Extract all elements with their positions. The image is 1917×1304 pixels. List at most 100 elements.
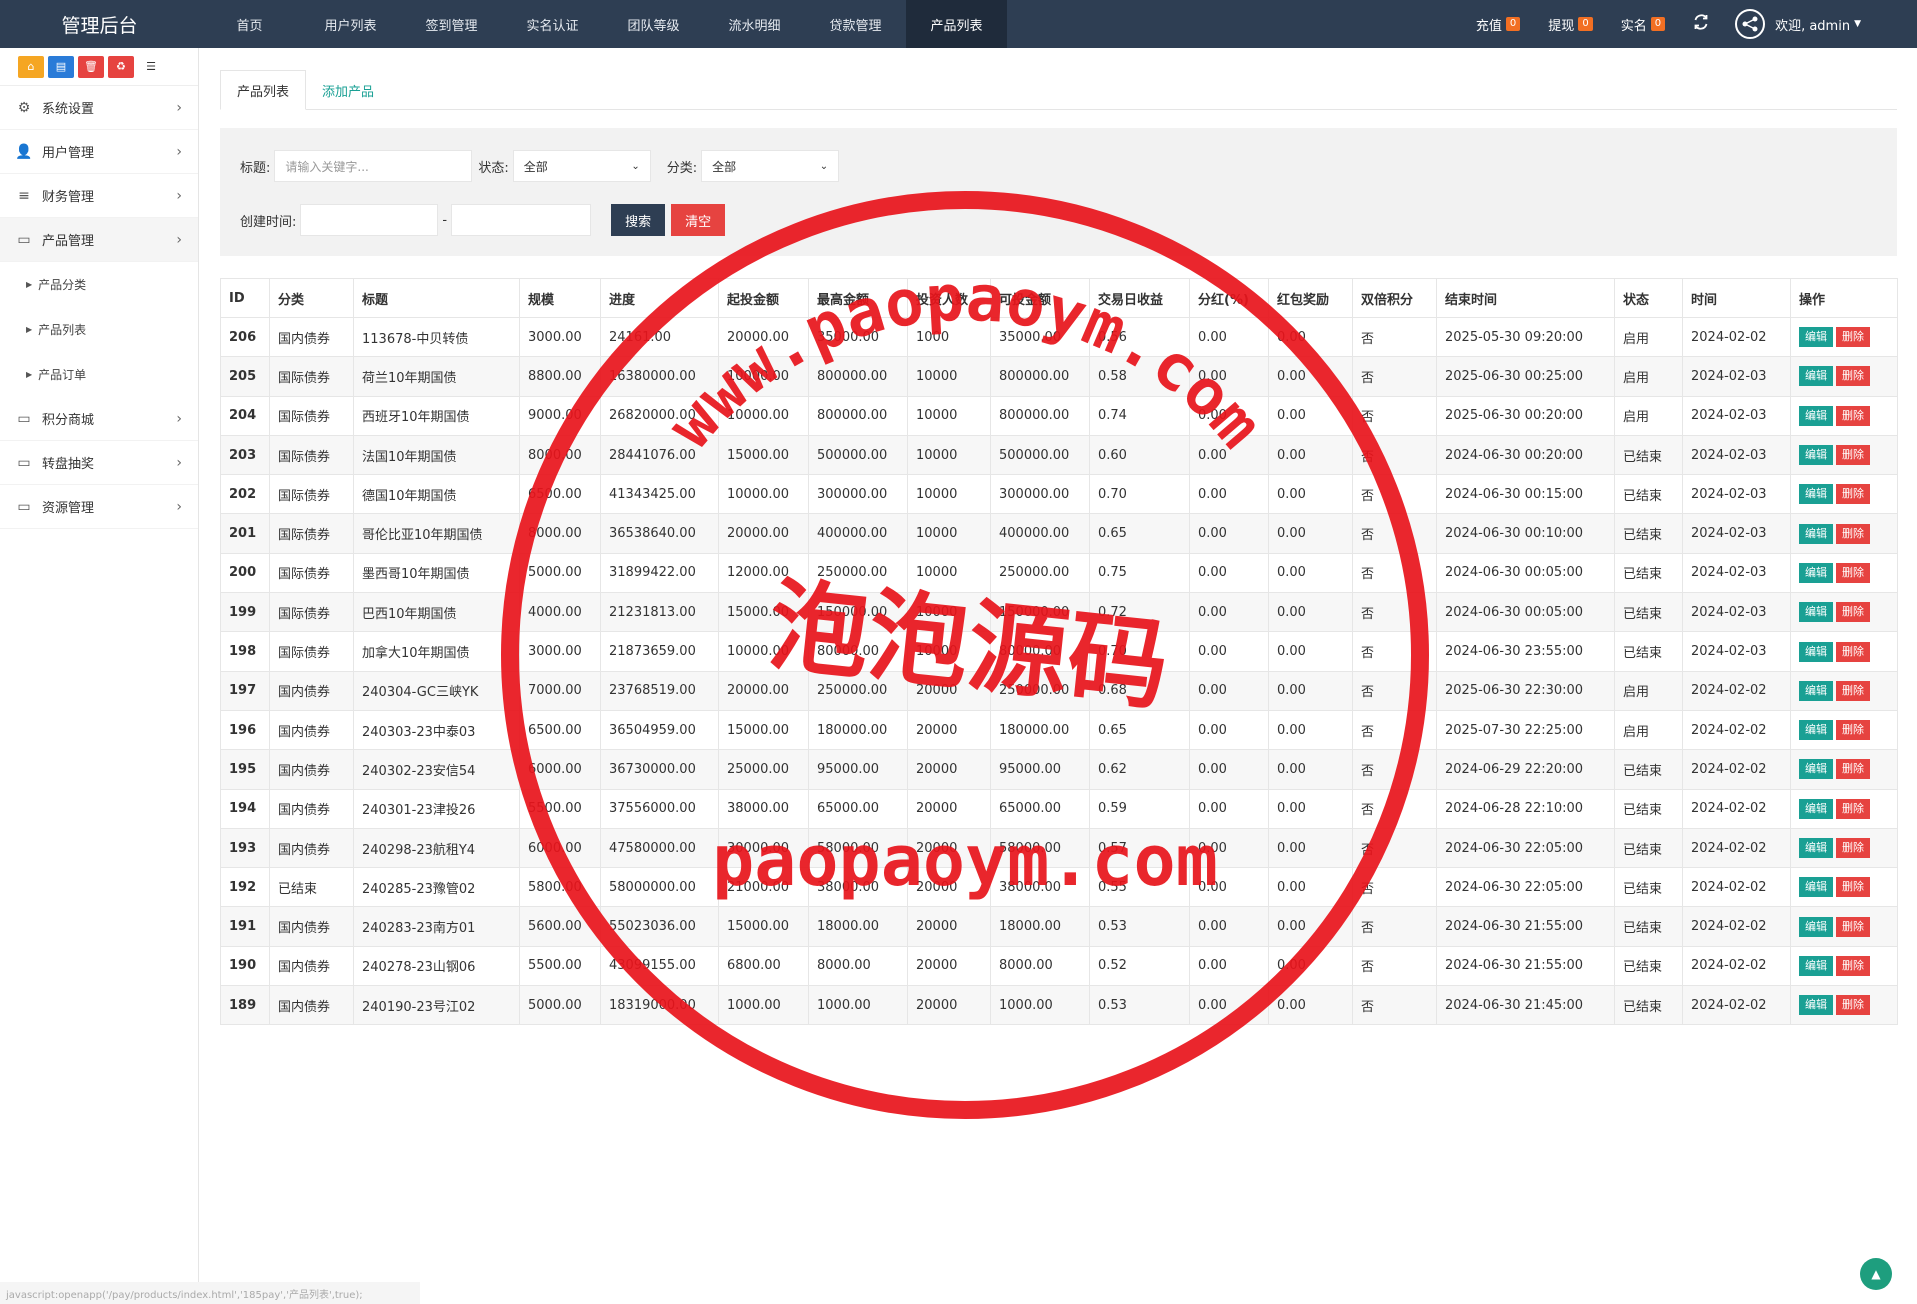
- delete-button[interactable]: 删除: [1836, 916, 1870, 937]
- search-button[interactable]: 搜索: [611, 204, 666, 236]
- clear-button[interactable]: 清空: [671, 204, 726, 236]
- recycle-icon[interactable]: ♻: [108, 55, 134, 78]
- avatar: [1735, 9, 1766, 39]
- edit-button[interactable]: 编辑: [1799, 641, 1833, 662]
- table-cell: 2024-06-30 00:20:00: [1436, 434, 1615, 476]
- sidebar-item-lottery-wheel[interactable]: ▭ 转盘抽奖 ›: [0, 441, 198, 485]
- nav-team-level[interactable]: 团队等级: [603, 0, 704, 48]
- delete-button[interactable]: 删除: [1836, 877, 1870, 898]
- delete-button[interactable]: 删除: [1836, 995, 1870, 1016]
- document-icon[interactable]: ▤: [48, 55, 74, 78]
- recharge-link[interactable]: 充值 0: [1476, 15, 1521, 34]
- table-cell: 10000: [907, 395, 991, 436]
- table-cell: 0.53: [1089, 985, 1190, 1026]
- realname-link[interactable]: 实名 0: [1621, 15, 1666, 34]
- sidebar-subitem-product-order[interactable]: ▶ 产品订单: [0, 352, 198, 397]
- edit-button[interactable]: 编辑: [1799, 602, 1833, 623]
- edit-button[interactable]: 编辑: [1799, 720, 1833, 741]
- nav-product-list[interactable]: 产品列表: [906, 0, 1007, 48]
- start-date-input[interactable]: [300, 204, 439, 236]
- edit-button[interactable]: 编辑: [1799, 759, 1833, 780]
- edit-button[interactable]: 编辑: [1799, 916, 1833, 937]
- nav-home[interactable]: 首页: [199, 0, 300, 48]
- nav-user-list[interactable]: 用户列表: [300, 0, 401, 48]
- refresh-icon[interactable]: [1693, 13, 1709, 35]
- trash-icon[interactable]: 🗑: [78, 55, 104, 78]
- table-cell: 0.59: [1089, 788, 1190, 829]
- nav-realname-auth[interactable]: 实名认证: [502, 0, 603, 48]
- delete-button[interactable]: 删除: [1836, 405, 1870, 426]
- user-menu[interactable]: 欢迎, admin ▼: [1735, 9, 1861, 39]
- row-actions: 编辑 删除: [1799, 916, 1870, 937]
- sidebar-item-product-manage[interactable]: ▭ 产品管理 ›: [0, 218, 198, 262]
- table-cell: 10000.00: [718, 631, 809, 672]
- table-cell: 6500.00: [519, 474, 601, 515]
- table-cell: 否: [1352, 631, 1437, 672]
- sidebar-subitem-product-category[interactable]: ▶ 产品分类: [0, 262, 198, 307]
- product-table: ID 分类 标题 规模 进度 起投金额 最高金额 投资人数 可投金额 交易日收益 分红(%) 红包奖励…: [220, 278, 1898, 1026]
- edit-button[interactable]: 编辑: [1799, 877, 1833, 898]
- table-cell: 2024-02-02: [1682, 670, 1791, 711]
- table-cell: 2024-02-03: [1682, 474, 1791, 515]
- table-cell: 0.65: [1089, 513, 1190, 554]
- edit-button[interactable]: 编辑: [1799, 484, 1833, 505]
- edit-button[interactable]: 编辑: [1799, 523, 1833, 544]
- sidebar-item-system-settings[interactable]: ⚙ 系统设置 ›: [0, 86, 198, 130]
- edit-button[interactable]: 编辑: [1799, 798, 1833, 819]
- sidebar-subitem-product-list[interactable]: ▶ 产品列表: [0, 307, 198, 352]
- edit-button[interactable]: 编辑: [1799, 327, 1833, 348]
- table-cell: 国内债券: [269, 945, 354, 987]
- edit-button[interactable]: 编辑: [1799, 366, 1833, 387]
- table-cell: 国内债券: [269, 316, 354, 358]
- title-search-input[interactable]: 请输入关键字...: [274, 150, 473, 182]
- end-date-input[interactable]: [451, 204, 592, 236]
- withdraw-link[interactable]: 提现 0: [1548, 15, 1593, 34]
- table-cell: 250000.00: [990, 552, 1090, 594]
- table-cell: 47580000.00: [600, 827, 719, 869]
- edit-button[interactable]: 编辑: [1799, 680, 1833, 701]
- table-cell: 8800.00: [519, 356, 601, 397]
- delete-button[interactable]: 删除: [1836, 523, 1870, 544]
- nav-signin-manage[interactable]: 签到管理: [401, 0, 502, 48]
- delete-button[interactable]: 删除: [1836, 720, 1870, 741]
- sidebar-item-label: 产品管理: [42, 234, 95, 249]
- edit-button[interactable]: 编辑: [1799, 405, 1833, 426]
- delete-button[interactable]: 删除: [1836, 327, 1870, 348]
- delete-button[interactable]: 删除: [1836, 798, 1870, 819]
- table-cell: 2024-02-02: [1682, 709, 1791, 751]
- table-cell: 20000: [907, 670, 991, 711]
- delete-button[interactable]: 删除: [1836, 484, 1870, 505]
- edit-button[interactable]: 编辑: [1799, 955, 1833, 976]
- sidebar-item-points-mall[interactable]: ▭ 积分商城 ›: [0, 397, 198, 441]
- delete-button[interactable]: 删除: [1836, 445, 1870, 466]
- table-cell: 240298-23航租Y4: [353, 827, 520, 869]
- sidebar-item-user-manage[interactable]: 👤 用户管理 ›: [0, 130, 198, 174]
- category-select[interactable]: 全部 ⌄: [701, 150, 840, 182]
- edit-button[interactable]: 编辑: [1799, 445, 1833, 466]
- delete-button[interactable]: 删除: [1836, 602, 1870, 623]
- home-icon[interactable]: ⌂: [18, 55, 44, 78]
- nav-loan-manage[interactable]: 贷款管理: [805, 0, 906, 48]
- list-icon[interactable]: ☰: [138, 55, 164, 78]
- delete-button[interactable]: 删除: [1836, 759, 1870, 780]
- app-root: 管理后台 首页 用户列表 签到管理 实名认证 团队等级 流水明细 贷款管理 产品…: [0, 0, 1917, 1304]
- table-cell: 240190-23号江02: [353, 985, 520, 1026]
- nav-flow-detail[interactable]: 流水明细: [704, 0, 805, 48]
- delete-button[interactable]: 删除: [1836, 955, 1870, 976]
- delete-button[interactable]: 删除: [1836, 562, 1870, 583]
- edit-button[interactable]: 编辑: [1799, 838, 1833, 858]
- tab-product-list[interactable]: 产品列表: [220, 70, 307, 110]
- delete-button[interactable]: 删除: [1836, 838, 1870, 858]
- table-cell: 800000.00: [808, 395, 908, 436]
- delete-button[interactable]: 删除: [1836, 680, 1870, 701]
- table-cell: 0.00: [1268, 670, 1353, 711]
- edit-button[interactable]: 编辑: [1799, 995, 1833, 1016]
- edit-button[interactable]: 编辑: [1799, 562, 1833, 583]
- delete-button[interactable]: 删除: [1836, 366, 1870, 387]
- floating-up-button[interactable]: ▲: [1860, 1258, 1892, 1290]
- sidebar-item-resource-manage[interactable]: ▭ 资源管理 ›: [0, 485, 198, 529]
- sidebar-item-finance-manage[interactable]: ≡ 财务管理 ›: [0, 174, 198, 218]
- delete-button[interactable]: 删除: [1836, 641, 1870, 662]
- status-select[interactable]: 全部 ⌄: [512, 150, 651, 182]
- tab-add-product[interactable]: 添加产品: [306, 70, 390, 110]
